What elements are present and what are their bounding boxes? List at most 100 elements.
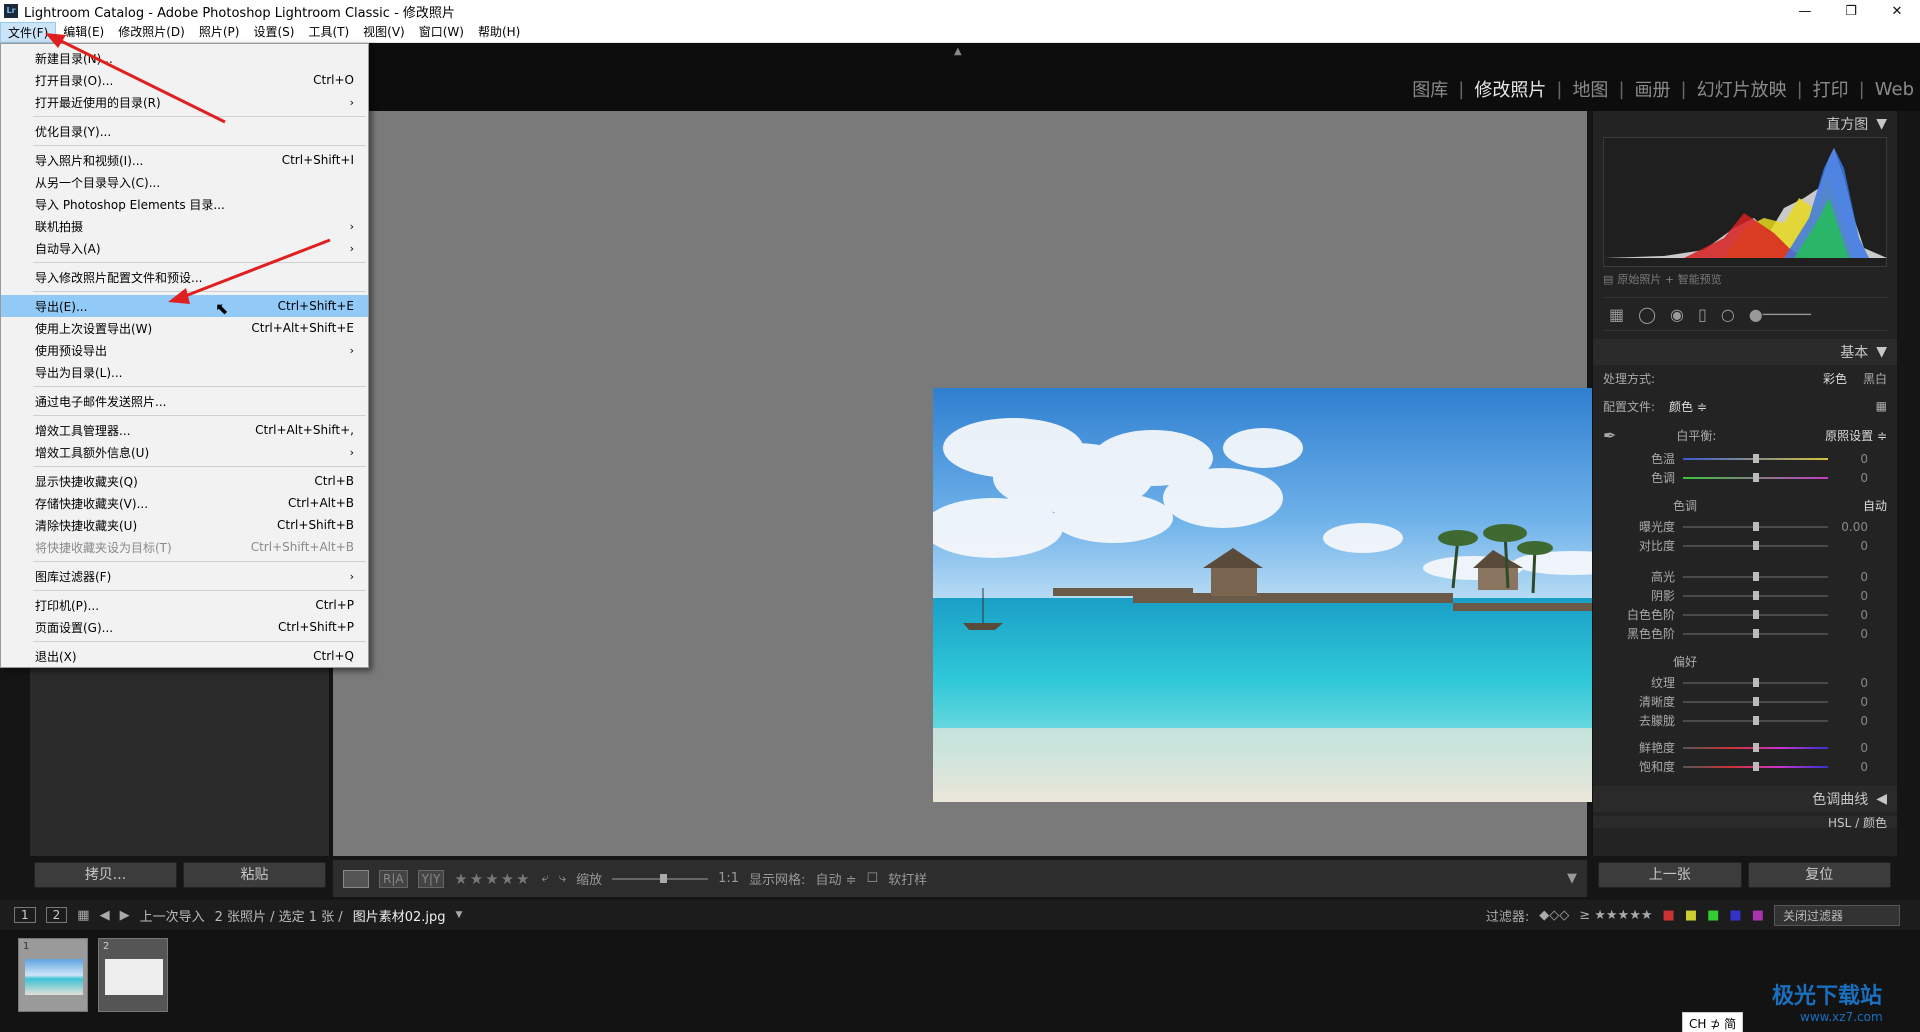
tint-slider[interactable] bbox=[1683, 472, 1828, 482]
graduated-filter-icon[interactable]: ▯ bbox=[1698, 305, 1707, 324]
color-filter-icon[interactable]: ■ bbox=[1752, 908, 1764, 923]
menu-edit[interactable]: 编辑(E) bbox=[56, 22, 111, 43]
slider-value[interactable]: 0 bbox=[1828, 608, 1868, 622]
copy-settings-button[interactable]: 拷贝... bbox=[34, 862, 177, 888]
softproof-checkbox[interactable]: ☐ bbox=[866, 871, 878, 886]
crop-tool-icon[interactable]: ▦ bbox=[1609, 305, 1624, 324]
menu-settings[interactable]: 设置(S) bbox=[246, 22, 301, 43]
file-menu-item[interactable]: 导出为目录(L)... bbox=[1, 361, 368, 383]
slider-value[interactable]: 0 bbox=[1828, 627, 1868, 641]
slider-value[interactable]: 0 bbox=[1828, 539, 1868, 553]
file-menu-item[interactable]: 自动导入(A) › bbox=[1, 237, 368, 259]
color-filter-icon[interactable]: ■ bbox=[1663, 908, 1675, 923]
slider-value[interactable]: 0 bbox=[1828, 760, 1868, 774]
basic-header[interactable]: 基本 ▼ bbox=[1593, 339, 1897, 365]
toolbar-menu-icon[interactable]: ▼ bbox=[1567, 871, 1577, 886]
slider-value[interactable]: 0 bbox=[1828, 589, 1868, 603]
exposure-slider[interactable] bbox=[1683, 521, 1828, 531]
treatment-bw-option[interactable]: 黑白 bbox=[1863, 370, 1887, 387]
file-menu-item[interactable]: 增效工具管理器... Ctrl+Alt+Shift+, bbox=[1, 419, 368, 441]
contrast-slider[interactable] bbox=[1683, 540, 1828, 550]
before-after-yy-icon[interactable]: Y|Y bbox=[417, 869, 445, 888]
profile-browser-icon[interactable]: ▦ bbox=[1876, 399, 1887, 413]
file-menu-item[interactable]: 增效工具额外信息(U) › bbox=[1, 441, 368, 463]
minimize-icon[interactable]: — bbox=[1782, 0, 1828, 22]
module-web[interactable]: Web bbox=[1875, 79, 1914, 100]
menu-develop[interactable]: 修改照片(D) bbox=[111, 22, 192, 43]
file-menu-item[interactable]: 将快捷收藏夹设为目标(T) Ctrl+Shift+Alt+B bbox=[1, 536, 368, 558]
profile-select[interactable]: 颜色 ≑ bbox=[1669, 398, 1707, 415]
file-menu-item[interactable]: 从另一个目录导入(C)... bbox=[1, 171, 368, 193]
color-filter-icon[interactable]: ■ bbox=[1707, 908, 1719, 923]
hsl-header[interactable]: HSL / 颜色 bbox=[1593, 816, 1897, 828]
close-icon[interactable]: ✕ bbox=[1874, 0, 1920, 22]
tone-curve-header[interactable]: 色调曲线 ◀ bbox=[1593, 786, 1897, 812]
slider-value[interactable]: 0 bbox=[1828, 741, 1868, 755]
collapse-top-icon[interactable]: ▲ bbox=[954, 46, 962, 57]
file-menu-item[interactable]: 退出(X) Ctrl+Q bbox=[1, 645, 368, 667]
whites-slider[interactable] bbox=[1683, 609, 1828, 619]
primary-window-button[interactable]: 1 bbox=[14, 907, 36, 923]
menu-window[interactable]: 窗口(W) bbox=[412, 22, 471, 43]
slider-value[interactable]: 0 bbox=[1828, 452, 1868, 466]
shadows-slider[interactable] bbox=[1683, 590, 1828, 600]
ime-indicator[interactable]: CH ⊅ 简 bbox=[1682, 1012, 1744, 1032]
file-menu-item[interactable]: 新建目录(N)... bbox=[1, 47, 368, 69]
file-menu-item[interactable]: 使用预设导出 › bbox=[1, 339, 368, 361]
module-slideshow[interactable]: 幻灯片放映 bbox=[1697, 76, 1787, 102]
grid-select[interactable]: 自动 ≑ bbox=[815, 869, 856, 888]
color-filter-icon[interactable]: ■ bbox=[1729, 908, 1741, 923]
histogram-header[interactable]: 直方图 ▼ bbox=[1593, 111, 1897, 137]
file-menu-item[interactable]: 存储快捷收藏夹(V)... Ctrl+Alt+B bbox=[1, 492, 368, 514]
filter-select[interactable]: 关闭过滤器 bbox=[1774, 904, 1900, 926]
file-menu-item[interactable]: 页面设置(G)... Ctrl+Shift+P bbox=[1, 616, 368, 638]
blacks-slider[interactable] bbox=[1683, 628, 1828, 638]
spot-removal-icon[interactable]: ◯ bbox=[1638, 305, 1656, 324]
saturation-slider[interactable] bbox=[1683, 761, 1828, 771]
file-menu-item[interactable]: 显示快捷收藏夹(Q) Ctrl+B bbox=[1, 470, 368, 492]
module-map[interactable]: 地图 bbox=[1572, 76, 1608, 102]
eyedropper-icon[interactable]: ✒ bbox=[1603, 426, 1616, 445]
menu-tools[interactable]: 工具(T) bbox=[301, 22, 356, 43]
temp-slider[interactable] bbox=[1683, 453, 1828, 463]
slider-value[interactable]: 0 bbox=[1828, 471, 1868, 485]
slider-value[interactable]: 0 bbox=[1828, 676, 1868, 690]
rating-stars-icon[interactable]: ★★★★★ bbox=[454, 870, 531, 888]
brush-slider-icon[interactable]: ●───── bbox=[1749, 305, 1811, 324]
vibrance-slider[interactable] bbox=[1683, 742, 1828, 752]
file-menu-item[interactable]: 图库过滤器(F) › bbox=[1, 565, 368, 587]
current-filename[interactable]: 图片素材02.jpg bbox=[353, 906, 446, 925]
rotate-left-icon[interactable]: ⤶ bbox=[542, 871, 549, 886]
before-after-ra-icon[interactable]: R|A bbox=[379, 869, 408, 888]
expand-icon[interactable]: ◀ bbox=[1876, 791, 1887, 807]
file-menu-item[interactable]: 打开目录(O)... Ctrl+O bbox=[1, 69, 368, 91]
red-eye-icon[interactable]: ◉ bbox=[1670, 305, 1684, 324]
secondary-window-button[interactable]: 2 bbox=[45, 907, 68, 923]
slider-value[interactable]: 0 bbox=[1828, 570, 1868, 584]
back-arrow-icon[interactable]: ◀ bbox=[100, 908, 110, 923]
dehaze-slider[interactable] bbox=[1683, 715, 1828, 725]
histogram[interactable] bbox=[1603, 137, 1887, 267]
highlights-slider[interactable] bbox=[1683, 571, 1828, 581]
module-book[interactable]: 画册 bbox=[1635, 76, 1671, 102]
wb-select[interactable]: 原照设置 ≑ bbox=[1825, 427, 1887, 444]
previous-button[interactable]: 上一张 bbox=[1598, 862, 1742, 888]
module-print[interactable]: 打印 bbox=[1813, 76, 1849, 102]
thumbnail[interactable]: 1 bbox=[18, 938, 88, 1012]
file-menu-item[interactable]: 清除快捷收藏夹(U) Ctrl+Shift+B bbox=[1, 514, 368, 536]
source-label[interactable]: 上一次导入 bbox=[140, 906, 205, 925]
menu-help[interactable]: 帮助(H) bbox=[471, 22, 527, 43]
rotate-right-icon[interactable]: ⤷ bbox=[559, 871, 566, 886]
file-menu-item[interactable]: 优化目录(Y)... bbox=[1, 120, 368, 142]
texture-slider[interactable] bbox=[1683, 677, 1828, 687]
module-library[interactable]: 图库 bbox=[1412, 76, 1448, 102]
menu-view[interactable]: 视图(V) bbox=[356, 22, 412, 43]
paste-settings-button[interactable]: 粘贴 bbox=[183, 862, 326, 888]
zoom-slider[interactable] bbox=[612, 873, 709, 883]
file-menu-item[interactable]: 导入照片和视频(I)... Ctrl+Shift+I bbox=[1, 149, 368, 171]
collapse-icon[interactable]: ▼ bbox=[1876, 116, 1887, 132]
photo-canvas[interactable] bbox=[333, 111, 1653, 856]
chevron-down-icon[interactable]: ▼ bbox=[456, 910, 463, 920]
rating-filter-icon[interactable]: ≥ ★★★★★ bbox=[1579, 908, 1652, 923]
reset-button[interactable]: 复位 bbox=[1747, 862, 1891, 888]
